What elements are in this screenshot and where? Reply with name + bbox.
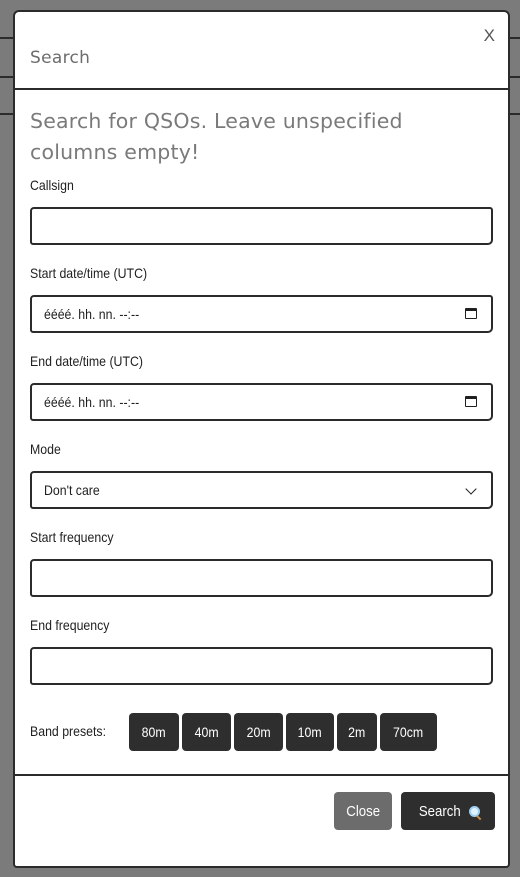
start-datetime-label: Start date/time (UTC) — [30, 265, 148, 281]
band-presets-label: Band presets: — [30, 723, 107, 739]
callsign-label: Callsign — [30, 177, 74, 193]
band-preset-40m-button[interactable]: 40m — [182, 713, 231, 751]
chevron-down-icon — [465, 483, 477, 495]
band-presets-group: 80m 40m 20m 10m 2m 70cm — [129, 713, 437, 751]
search-button-label: Search — [418, 802, 461, 820]
close-icon[interactable]: X — [484, 26, 495, 46]
search-dialog: Search X Search for QSOs. Leave unspecif… — [13, 10, 510, 868]
start-frequency-label: Start frequency — [30, 529, 114, 545]
mode-label: Mode — [30, 441, 61, 457]
band-preset-80m-button[interactable]: 80m — [129, 713, 179, 751]
background-divider — [0, 113, 13, 115]
callsign-input[interactable] — [30, 207, 493, 245]
dialog-title: Search — [30, 48, 91, 68]
end-datetime-input[interactable]: éééé. hh. nn. --:-- — [30, 383, 493, 421]
band-preset-70cm-button[interactable]: 70cm — [380, 713, 437, 751]
start-frequency-input[interactable] — [30, 559, 493, 597]
band-preset-20m-button[interactable]: 20m — [234, 713, 283, 751]
dialog-header: Search X — [15, 12, 508, 90]
background-divider — [510, 37, 520, 39]
start-datetime-value: éééé. hh. nn. --:-- — [44, 306, 140, 322]
end-datetime-value: éééé. hh. nn. --:-- — [44, 394, 140, 410]
calendar-icon[interactable] — [465, 308, 477, 319]
calendar-icon[interactable] — [465, 396, 477, 407]
close-button-label: Close — [346, 802, 380, 820]
search-instructions: Search for QSOs. Leave unspecified colum… — [30, 109, 403, 164]
band-preset-2m-button[interactable]: 2m — [337, 713, 377, 751]
end-datetime-label: End date/time (UTC) — [30, 353, 143, 369]
background-divider — [510, 113, 520, 115]
background-divider — [0, 37, 13, 39]
background-divider — [0, 76, 13, 78]
end-frequency-input[interactable] — [30, 647, 493, 685]
search-button[interactable]: Search — [401, 792, 495, 830]
start-datetime-input[interactable]: éééé. hh. nn. --:-- — [30, 295, 493, 333]
dialog-body: Search for QSOs. Leave unspecified colum… — [30, 106, 495, 168]
magnifier-icon — [469, 805, 481, 817]
background-divider — [510, 76, 520, 78]
dialog-footer-divider — [15, 774, 508, 776]
close-button[interactable]: Close — [334, 792, 392, 830]
band-preset-10m-button[interactable]: 10m — [286, 713, 334, 751]
mode-selected-value: Don't care — [44, 482, 100, 498]
end-frequency-label: End frequency — [30, 617, 110, 633]
mode-select[interactable]: Don't care — [30, 471, 493, 509]
